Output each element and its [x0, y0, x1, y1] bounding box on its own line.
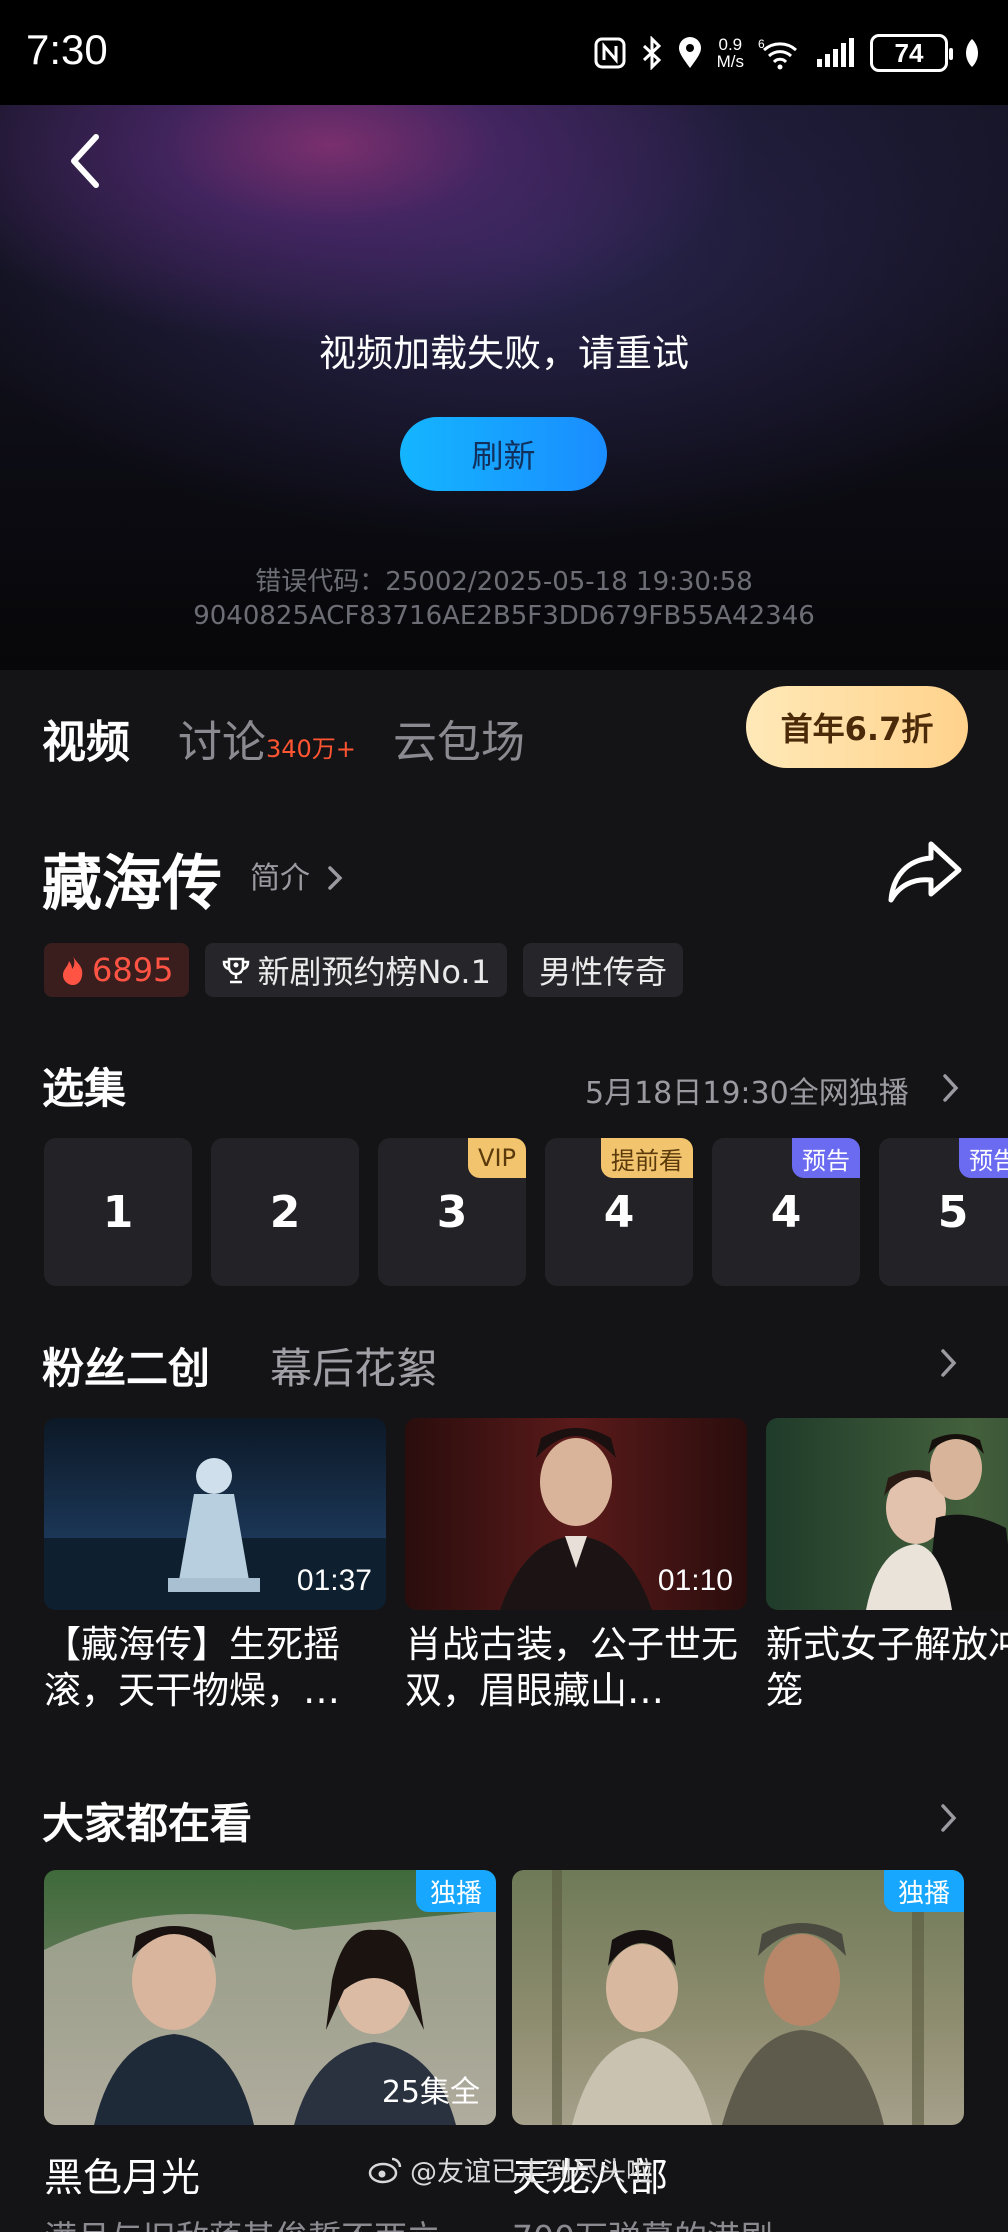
- video-player[interactable]: 视频加载失败，请重试 刷新 错误代码：25002/2025-05-18 19:3…: [0, 105, 1008, 670]
- video-title: 【藏海传】生死摇滚，天干物燥，…: [44, 1623, 340, 1712]
- early-access-badge: 提前看: [601, 1138, 693, 1178]
- watermark: @友谊已走到尽头啦: [368, 2150, 653, 2189]
- preview-badge: 预告: [792, 1138, 860, 1178]
- fire-icon: [63, 956, 83, 985]
- chevron-right-icon[interactable]: [938, 1800, 960, 1836]
- show-title: 藏海传: [42, 849, 222, 919]
- video-title: 肖战古装，公子世无双，眉眼藏山…: [405, 1623, 738, 1712]
- nfc-icon: [593, 36, 627, 70]
- exclusive-badge: 独播: [883, 1870, 964, 1912]
- refresh-button[interactable]: 刷新: [400, 417, 607, 491]
- show-poster: 独播 25集全: [44, 1870, 496, 2125]
- tab-behind-scenes[interactable]: 幕后花絮: [270, 1335, 438, 1396]
- network-speed: 0.9 M/s: [716, 35, 744, 71]
- fan-creations-list: 01:37 【藏海传】生死摇滚，天干物燥，… 01:10 肖战古装，公子世无双，…: [44, 1418, 1008, 1738]
- video-title: 新式女子解放冲出牢笼: [766, 1623, 1008, 1712]
- battery-indicator: 74: [870, 34, 953, 72]
- error-message: 视频加载失败，请重试: [319, 332, 689, 375]
- episode-item[interactable]: 3 VIP: [378, 1138, 526, 1286]
- error-code: 错误代码：25002/2025-05-18 19:30:58 9040825AC…: [193, 567, 815, 631]
- location-icon: [677, 36, 703, 70]
- content-tabs: 视频 讨论340万+ 云包场 首年6.7折: [0, 670, 1008, 790]
- share-button[interactable]: [885, 836, 965, 906]
- signal-icon: [816, 37, 856, 69]
- tab-discussion[interactable]: 讨论340万+: [178, 706, 356, 770]
- chevron-right-icon[interactable]: [938, 1345, 960, 1381]
- video-card[interactable]: 01:37 【藏海传】生死摇滚，天干物燥，…: [44, 1418, 386, 1714]
- show-poster: 独播: [512, 1870, 964, 2125]
- tag-list: 6895 新剧预约榜No.1 男性传奇: [44, 943, 683, 997]
- genre-tag[interactable]: 男性传奇: [522, 943, 683, 997]
- chevron-right-icon[interactable]: [940, 1070, 962, 1106]
- exclusive-badge: 独播: [415, 1870, 496, 1912]
- discussion-count-badge: 340万+: [266, 735, 356, 763]
- vip-badge: VIP: [468, 1138, 526, 1178]
- tab-cloud-screening[interactable]: 云包场: [393, 706, 525, 770]
- chevron-left-icon: [71, 134, 99, 188]
- chevron-right-icon: [327, 866, 343, 890]
- heat-tag[interactable]: 6895: [44, 943, 190, 997]
- video-duration: 01:37: [296, 1564, 372, 1597]
- everyone-watching-title: 大家都在看: [42, 1799, 253, 1848]
- video-card[interactable]: 01:10 肖战古装，公子世无双，眉眼藏山…: [405, 1418, 747, 1714]
- vip-promo-button[interactable]: 首年6.7折: [746, 686, 968, 768]
- episode-list: 1 2 3 VIP 4 提前看 4 预告 5 预告: [44, 1138, 1008, 1288]
- episode-item[interactable]: 2: [211, 1138, 359, 1286]
- share-icon: [888, 841, 962, 903]
- couple-image: [866, 1434, 1008, 1610]
- episode-item[interactable]: 4 预告: [712, 1138, 860, 1286]
- bluetooth-icon: [641, 36, 663, 70]
- status-icons: 0.9 M/s 6 74: [593, 28, 982, 78]
- video-thumbnail: [766, 1418, 1008, 1610]
- tab-video[interactable]: 视频: [42, 706, 130, 770]
- episode-item[interactable]: 4 提前看: [545, 1138, 693, 1286]
- wifi-icon: 6: [758, 36, 802, 70]
- show-subtitle: 700万弹幕的港剧: [512, 2211, 964, 2232]
- ranking-tag[interactable]: 新剧预约榜No.1: [205, 943, 507, 997]
- show-subtitle: 满月与旧敌蒋基俊誓不两立: [44, 2211, 496, 2232]
- video-thumbnail: 01:37: [44, 1418, 386, 1610]
- preview-badge: 预告: [959, 1138, 1008, 1178]
- back-button[interactable]: [56, 125, 116, 195]
- tab-fan-creations[interactable]: 粉丝二创: [42, 1335, 210, 1396]
- video-thumbnail: 01:10: [405, 1418, 747, 1610]
- status-bar: 7:30 0.9 M/s 6 74: [0, 0, 1008, 105]
- episode-count: 25集全: [381, 2075, 480, 2110]
- video-duration: 01:10: [657, 1564, 733, 1597]
- weibo-icon: [368, 2157, 402, 2183]
- video-card[interactable]: 新式女子解放冲出牢笼: [766, 1418, 1008, 1714]
- episode-item[interactable]: 5 预告: [879, 1138, 1008, 1286]
- intro-link[interactable]: 简介: [250, 853, 344, 897]
- trophy-icon: [223, 957, 250, 984]
- episodes-title: 选集: [42, 1064, 127, 1113]
- status-time: 7:30: [26, 26, 108, 73]
- leaf-icon: [962, 37, 982, 69]
- episode-item[interactable]: 1: [44, 1138, 192, 1286]
- schedule-link[interactable]: 5月18日19:30全网独播: [585, 1068, 909, 1112]
